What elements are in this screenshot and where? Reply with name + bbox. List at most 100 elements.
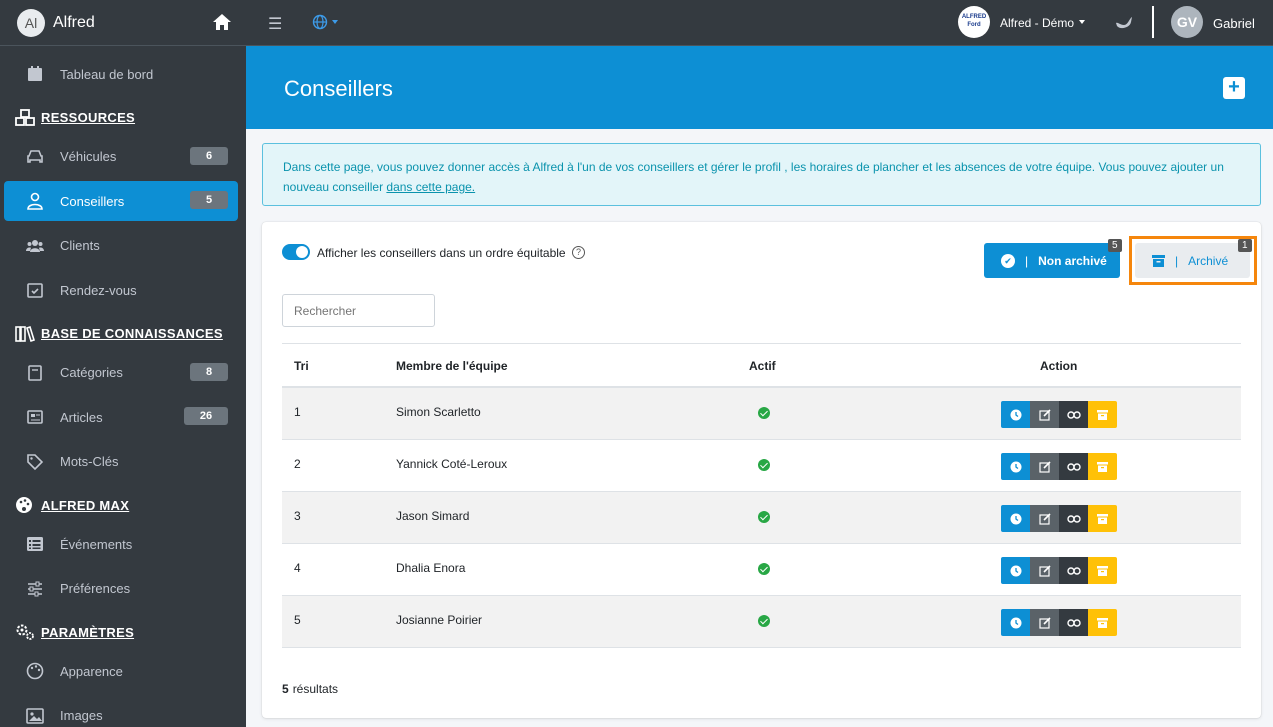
globe-icon[interactable] — [312, 14, 328, 30]
column-header-actif[interactable]: Actif — [749, 359, 776, 373]
chevron-down-icon[interactable] — [332, 20, 338, 24]
sidebar-nav: Tableau de bord RESSOURCES Véhicules 6 C… — [0, 46, 246, 727]
link-button[interactable] — [1059, 557, 1088, 584]
archive-row-button[interactable] — [1088, 401, 1117, 428]
schedule-button[interactable] — [1001, 453, 1030, 480]
conseillers-card: Afficher les conseillers dans un ordre é… — [262, 222, 1261, 718]
newspaper-icon — [27, 410, 43, 424]
add-conseiller-button[interactable]: + — [1223, 77, 1245, 99]
link-icon — [1066, 462, 1081, 471]
schedule-button[interactable] — [1001, 401, 1030, 428]
link-button[interactable] — [1059, 505, 1088, 532]
sidebar-item-conseillers[interactable]: Conseillers 5 — [4, 181, 238, 221]
archive-icon — [1097, 565, 1108, 576]
edit-icon — [1038, 460, 1051, 473]
link-icon — [1066, 618, 1081, 627]
row-tri: 3 — [294, 509, 301, 523]
toggle-label: Afficher les conseillers dans un ordre é… — [317, 246, 566, 260]
org-selector[interactable]: Alfred - Démo — [1000, 16, 1074, 30]
row-name: Dhalia Enora — [396, 561, 466, 575]
non-archive-button[interactable]: ✔ | Non archivé — [984, 243, 1120, 278]
sidebar-item-rendez-vous[interactable]: Rendez-vous — [4, 270, 238, 310]
brand-name: Alfred — [53, 13, 95, 31]
sidebar-header-parametres[interactable]: PARAMÈTRES — [0, 613, 246, 651]
row-name: Simon Scarletto — [396, 405, 481, 419]
book-icon — [15, 325, 35, 342]
calendar-check-icon — [27, 283, 43, 298]
avatar[interactable]: GV — [1171, 6, 1203, 38]
search-input[interactable] — [282, 294, 435, 327]
archive-label: Archivé — [1188, 253, 1229, 268]
archive-row-button[interactable] — [1088, 505, 1117, 532]
sidebar-header-label: PARAMÈTRES — [41, 624, 135, 640]
sidebar-item-tableau-de-bord[interactable]: Tableau de bord — [4, 54, 238, 94]
notification-icon[interactable] — [1114, 14, 1134, 32]
sidebar-item-clients[interactable]: Clients — [4, 226, 238, 266]
table-row[interactable]: 5 Josianne Poirier — [282, 596, 1241, 648]
car-icon — [27, 149, 43, 163]
archive-row-button[interactable] — [1088, 609, 1117, 636]
sidebar-item-apparence[interactable]: Apparence — [4, 651, 238, 691]
info-link[interactable]: dans cette page. — [386, 180, 475, 194]
clock-icon — [1010, 617, 1021, 628]
link-button[interactable] — [1059, 401, 1088, 428]
sidebar-item-categories[interactable]: Catégories 8 — [4, 353, 238, 393]
column-header-membre[interactable]: Membre de l'équipe — [396, 359, 508, 373]
edit-button[interactable] — [1030, 609, 1059, 636]
brand[interactable]: Al Alfred — [0, 0, 246, 46]
sidebar-item-preferences[interactable]: Préférences — [4, 569, 238, 609]
sidebar-item-images[interactable]: Images — [4, 696, 238, 727]
home-icon[interactable] — [212, 12, 232, 32]
sidebar-item-label: Apparence — [60, 663, 123, 679]
link-button[interactable] — [1059, 609, 1088, 636]
clock-icon — [1010, 461, 1021, 472]
edit-button[interactable] — [1030, 505, 1059, 532]
check-circle-icon — [758, 511, 770, 523]
sidebar-header-ressources[interactable]: RESSOURCES — [0, 99, 246, 137]
page-header: Conseillers + — [246, 46, 1273, 129]
top-navbar: ☰ ALFRED Ford Alfred - Démo GV Gabriel — [246, 0, 1273, 46]
archive-row-button[interactable] — [1088, 557, 1117, 584]
sidebar-item-evenements[interactable]: Événements — [4, 524, 238, 564]
equitable-order-toggle[interactable] — [282, 244, 310, 260]
schedule-button[interactable] — [1001, 557, 1030, 584]
sidebar-header-base-de-connaissances[interactable]: BASE DE CONNAISSANCES — [0, 315, 246, 353]
table-row[interactable]: 3 Jason Simard — [282, 492, 1241, 544]
count-badge: 8 — [190, 362, 228, 381]
cogs-icon — [16, 624, 34, 640]
row-actions — [1001, 557, 1117, 584]
row-name: Jason Simard — [396, 509, 470, 523]
archive-button[interactable]: | Archivé — [1135, 243, 1250, 278]
table-header: Tri Membre de l'équipe Actif Action — [282, 343, 1241, 388]
count-badge: 26 — [184, 407, 228, 425]
table-row[interactable]: 2 Yannick Coté-Leroux — [282, 440, 1241, 492]
question-circle-icon[interactable]: ? — [572, 246, 585, 259]
chevron-down-icon[interactable] — [1079, 20, 1085, 24]
users-icon — [26, 239, 44, 252]
sidebar-item-vehicules[interactable]: Véhicules 6 — [4, 137, 238, 177]
edit-button[interactable] — [1030, 453, 1059, 480]
sidebar-item-label: Événements — [60, 536, 133, 552]
row-actions — [1001, 453, 1117, 480]
org-logo[interactable]: ALFRED Ford — [958, 6, 990, 38]
sidebar-item-articles[interactable]: Articles 26 — [4, 397, 238, 437]
edit-button[interactable] — [1030, 557, 1059, 584]
sidebar-header-alfred-max[interactable]: ALFRED MAX — [0, 486, 246, 524]
info-alert: Dans cette page, vous pouvez donner accè… — [262, 143, 1261, 206]
row-actions — [1001, 505, 1117, 532]
table-row[interactable]: 1 Simon Scarletto — [282, 388, 1241, 440]
schedule-button[interactable] — [1001, 505, 1030, 532]
table-row[interactable]: 4 Dhalia Enora — [282, 544, 1241, 596]
link-button[interactable] — [1059, 453, 1088, 480]
archive-row-button[interactable] — [1088, 453, 1117, 480]
edit-icon — [1038, 616, 1051, 629]
schedule-button[interactable] — [1001, 609, 1030, 636]
column-header-tri[interactable]: Tri — [294, 359, 309, 373]
sidebar-item-mots-cles[interactable]: Mots-Clés — [4, 442, 238, 482]
hamburger-menu-icon[interactable]: ☰ — [268, 14, 282, 34]
palette-icon — [26, 662, 44, 680]
user-name[interactable]: Gabriel — [1213, 16, 1255, 31]
edit-button[interactable] — [1030, 401, 1059, 428]
row-tri: 2 — [294, 457, 301, 471]
check-circle-icon — [758, 563, 770, 575]
